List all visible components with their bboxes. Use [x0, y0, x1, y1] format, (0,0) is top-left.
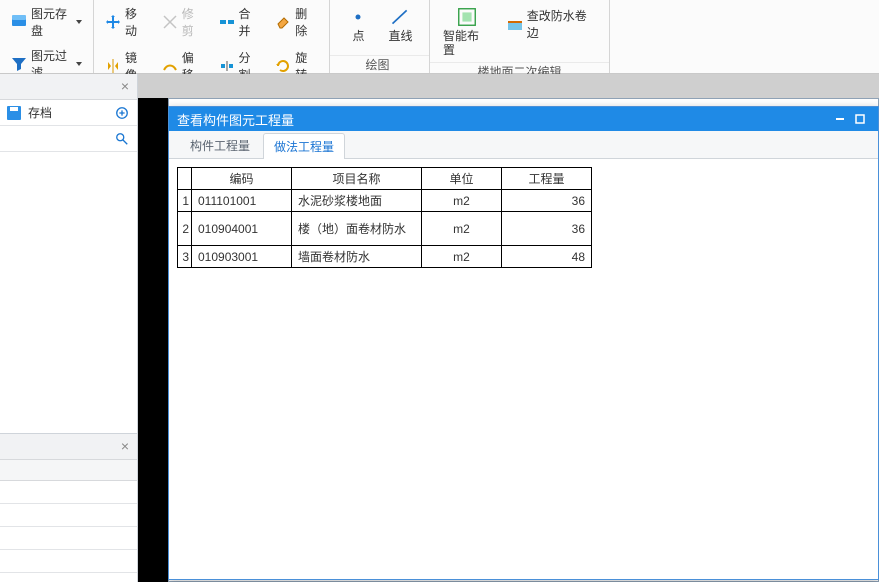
window-title: 查看构件图元工程量	[177, 110, 294, 129]
panel-toolbar: 存档	[0, 100, 137, 126]
btn-merge[interactable]: 合并	[214, 2, 267, 42]
table-row[interactable]: 1 011101001 水泥砂浆楼地面 m2 36	[178, 190, 592, 212]
cell-code: 011101001	[192, 190, 292, 212]
panel-action-icon[interactable]	[113, 104, 131, 122]
funnel-icon	[11, 56, 27, 72]
btn-label: 合并	[239, 5, 262, 39]
row-index: 1	[178, 190, 192, 212]
table-row[interactable]: 2 010904001 楼（地）面卷材防水 m2 36	[178, 212, 592, 246]
archive-label: 存档	[28, 104, 52, 121]
cell-unit: m2	[422, 190, 502, 212]
ribbon-group-file: 图元存盘 图元过滤	[0, 0, 94, 73]
btn-delete[interactable]: 删除	[270, 2, 323, 42]
mirror-icon	[105, 58, 121, 74]
cell-name: 水泥砂浆楼地面	[292, 190, 422, 212]
panel-header: ×	[0, 434, 137, 460]
btn-check-waterproof[interactable]: 查改防水卷边	[502, 4, 603, 44]
col-qty: 工程量	[502, 168, 592, 190]
btn-label: 删除	[295, 5, 318, 39]
btn-label: 图元存盘	[31, 5, 70, 39]
offset-icon	[162, 58, 178, 74]
table-row[interactable]: 3 010903001 墙面卷材防水 m2 48	[178, 246, 592, 268]
window-tabs: 构件工程量 做法工程量	[169, 131, 878, 159]
panel-header: ×	[0, 74, 137, 100]
btn-trim: 修剪	[157, 2, 210, 42]
merge-icon	[219, 14, 235, 30]
chevron-down-icon	[76, 62, 82, 66]
cell-unit: m2	[422, 246, 502, 268]
table-header-row: 编码 项目名称 单位 工程量	[178, 168, 592, 190]
panel-close-icon[interactable]: ×	[117, 438, 133, 454]
window-body: 编码 项目名称 单位 工程量 1 011101001 水泥砂浆楼地面 m2 36…	[169, 159, 878, 579]
btn-label: 查改防水卷边	[527, 7, 598, 41]
chevron-down-icon	[76, 20, 82, 24]
scissors-icon	[162, 14, 178, 30]
btn-label: 点	[352, 29, 364, 43]
btn-line[interactable]: 直线	[381, 2, 419, 46]
ribbon: 图元存盘 图元过滤 移动	[0, 0, 879, 74]
water-icon	[507, 16, 523, 32]
quantity-table: 编码 项目名称 单位 工程量 1 011101001 水泥砂浆楼地面 m2 36…	[177, 167, 592, 268]
panel-top: × 存档	[0, 74, 137, 434]
ribbon-group-floor: 智能布置 查改防水卷边 楼地面二次编辑	[430, 0, 610, 73]
magic-icon	[455, 5, 479, 29]
ribbon-group-modify: 移动 修剪 合并 删除	[94, 0, 330, 73]
disk-icon	[6, 105, 22, 121]
btn-smart-layout[interactable]: 智能布置	[436, 2, 498, 60]
cell-code: 010903001	[192, 246, 292, 268]
group-label: 绘图	[365, 58, 389, 72]
quantity-window: 查看构件图元工程量 构件工程量 做法工程量 编码 项目名称 单位 工程量 1 0…	[168, 106, 879, 580]
minimize-icon[interactable]	[830, 110, 850, 128]
empty-grid	[0, 460, 137, 582]
btn-label: 修剪	[182, 5, 205, 39]
dark-strip	[138, 98, 168, 582]
cell-unit: m2	[422, 212, 502, 246]
btn-graph-save[interactable]: 图元存盘	[6, 2, 87, 42]
cell-name: 墙面卷材防水	[292, 246, 422, 268]
tab-method-qty[interactable]: 做法工程量	[263, 133, 345, 159]
maximize-icon[interactable]	[850, 110, 870, 128]
cell-code: 010904001	[192, 212, 292, 246]
row-index: 3	[178, 246, 192, 268]
panel-searchbar	[0, 126, 137, 152]
btn-label: 智能布置	[443, 29, 491, 57]
panel-close-icon[interactable]: ×	[117, 78, 133, 94]
line-icon	[388, 5, 412, 29]
tab-component-qty[interactable]: 构件工程量	[179, 132, 261, 158]
col-code: 编码	[192, 168, 292, 190]
cell-qty: 36	[502, 190, 592, 212]
btn-move[interactable]: 移动	[100, 2, 153, 42]
col-name: 项目名称	[292, 168, 422, 190]
cell-qty: 36	[502, 212, 592, 246]
left-column: × 存档 ×	[0, 74, 138, 582]
rotate-icon	[275, 58, 291, 74]
window-titlebar[interactable]: 查看构件图元工程量	[169, 107, 878, 131]
row-index: 2	[178, 212, 192, 246]
search-icon[interactable]	[113, 130, 131, 148]
btn-label: 直线	[388, 29, 412, 43]
disk-stack-icon	[11, 14, 27, 30]
split-icon	[219, 58, 235, 74]
btn-label: 移动	[125, 5, 148, 39]
btn-point[interactable]: 点	[339, 2, 377, 46]
panel-bottom: ×	[0, 434, 137, 582]
cell-name: 楼（地）面卷材防水	[292, 212, 422, 246]
cell-qty: 48	[502, 246, 592, 268]
point-icon	[346, 5, 370, 29]
eraser-icon	[275, 14, 291, 30]
move-icon	[105, 14, 121, 30]
ribbon-group-draw: 点 直线 绘图	[330, 0, 430, 73]
col-unit: 单位	[422, 168, 502, 190]
